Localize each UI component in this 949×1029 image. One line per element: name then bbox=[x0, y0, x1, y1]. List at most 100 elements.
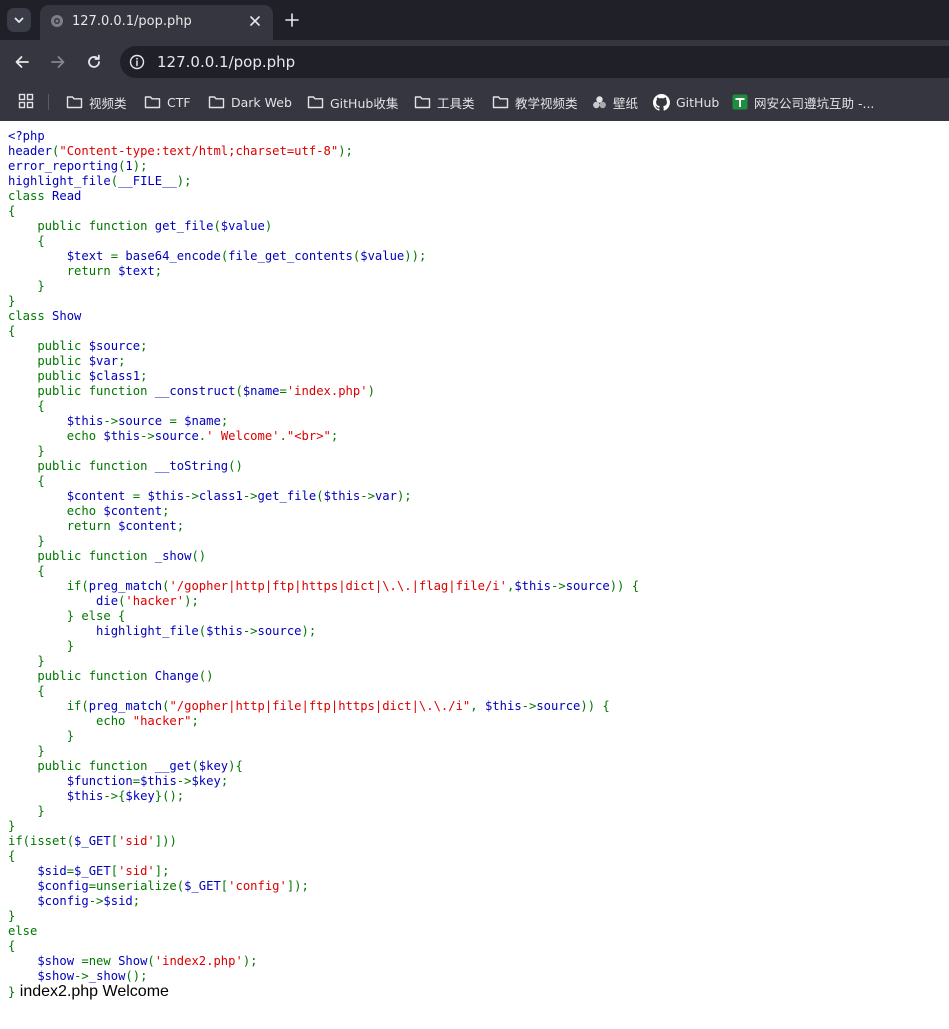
code-token: $this bbox=[8, 789, 104, 803]
code-line: echo $content; bbox=[8, 504, 639, 519]
code-line: { bbox=[8, 204, 639, 219]
code-token: $text bbox=[118, 264, 155, 278]
code-token: { bbox=[8, 939, 16, 953]
code-token: '/gopher|http|ftp|https|dict|\.\.|flag|f… bbox=[169, 579, 507, 593]
bookmark-label: 工具类 bbox=[437, 95, 475, 111]
code-token: )); bbox=[404, 249, 427, 263]
code-token: $content bbox=[118, 519, 177, 533]
code-line: } bbox=[8, 639, 639, 654]
code-token: ) bbox=[367, 384, 375, 398]
code-token: ){ bbox=[228, 759, 243, 773]
code-token: = bbox=[279, 384, 287, 398]
code-line: public $class1; bbox=[8, 369, 639, 384]
code-line: $config=unserialize($_GET['config']); bbox=[8, 879, 639, 894]
tab-search-button[interactable] bbox=[7, 8, 31, 32]
code-token: ); bbox=[242, 954, 258, 968]
code-line: } bbox=[8, 654, 639, 669]
reload-icon[interactable] bbox=[84, 52, 104, 72]
bookmark-folder-tutorial-videos[interactable]: 教学视频类 bbox=[492, 92, 578, 112]
bookmark-folder-github-collection[interactable]: GitHub收集 bbox=[307, 92, 398, 112]
code-token: __FILE__ bbox=[118, 174, 177, 188]
bookmark-label: 网安公司遵坑互助 -... bbox=[754, 95, 875, 111]
code-token: public function bbox=[8, 669, 155, 683]
bookmark-label: 视频类 bbox=[89, 95, 127, 111]
code-line: } bbox=[8, 279, 639, 294]
code-line: } bbox=[8, 729, 639, 744]
bookmark-wallpaper[interactable]: 壁纸 bbox=[592, 92, 638, 112]
bookmark-folder-tools[interactable]: 工具类 bbox=[414, 92, 475, 112]
code-token: () bbox=[228, 459, 243, 473]
bookmark-folder-dark-web[interactable]: Dark Web bbox=[208, 92, 292, 112]
code-token: $value bbox=[220, 219, 265, 233]
code-token: () bbox=[198, 669, 214, 683]
code-token: -> bbox=[360, 489, 375, 503]
code-token: file_get_contents bbox=[228, 249, 353, 263]
forward-arrow-icon[interactable] bbox=[48, 52, 68, 72]
code-line: $this->source = $name; bbox=[8, 414, 639, 429]
code-token: -> bbox=[242, 624, 258, 638]
apps-grid-icon[interactable] bbox=[18, 93, 34, 109]
code-line: die('hacker'); bbox=[8, 594, 639, 609]
code-token: -> bbox=[521, 699, 537, 713]
code-token: ->{ bbox=[103, 789, 126, 803]
code-line: public function _show() bbox=[8, 549, 639, 564]
code-token: public function bbox=[8, 384, 155, 398]
code-line: } index2.php Welcome bbox=[8, 984, 639, 1000]
code-token: $this bbox=[8, 414, 104, 428]
code-token: $config bbox=[8, 879, 89, 893]
code-line: $config->$sid; bbox=[8, 894, 639, 909]
code-token: $content bbox=[103, 504, 163, 518]
code-token: ); bbox=[132, 159, 148, 173]
code-line: else bbox=[8, 924, 639, 939]
code-token: $content bbox=[8, 489, 133, 503]
site-info-icon[interactable] bbox=[129, 54, 145, 70]
code-line: public function __toString() bbox=[8, 459, 639, 474]
code-token: source bbox=[154, 429, 199, 443]
address-bar[interactable]: 127.0.0.1/pop.php bbox=[120, 46, 949, 78]
code-token: -> bbox=[103, 414, 119, 428]
code-line: class Show bbox=[8, 309, 639, 324]
bookmark-folder-ctf[interactable]: CTF bbox=[144, 92, 191, 112]
code-token: ' Welcome' bbox=[206, 429, 280, 443]
code-token: source bbox=[536, 699, 581, 713]
code-token: } else { bbox=[8, 609, 126, 623]
bookmark-label: Dark Web bbox=[231, 94, 292, 110]
bookmark-label: 教学视频类 bbox=[515, 95, 578, 111]
code-token: { bbox=[8, 204, 16, 218]
code-line: <?php bbox=[8, 129, 639, 144]
code-line: highlight_file(__FILE__); bbox=[8, 174, 639, 189]
code-token: ) bbox=[264, 219, 273, 233]
code-token: $this bbox=[514, 579, 551, 593]
bookmarks-divider bbox=[48, 94, 49, 110]
code-token: ); bbox=[396, 489, 412, 503]
bookmark-github[interactable]: GitHub bbox=[653, 92, 719, 112]
back-arrow-icon[interactable] bbox=[12, 52, 32, 72]
code-token: } bbox=[8, 654, 45, 668]
code-token: } bbox=[8, 909, 16, 923]
code-line: $text = base64_encode(file_get_contents(… bbox=[8, 249, 639, 264]
code-token: } bbox=[8, 534, 45, 548]
code-line: public function __construct($name='index… bbox=[8, 384, 639, 399]
code-line: echo "hacker"; bbox=[8, 714, 639, 729]
code-line: { bbox=[8, 849, 639, 864]
code-token: public function bbox=[8, 549, 155, 563]
new-tab-plus-icon[interactable] bbox=[282, 10, 302, 30]
bookmark-spreadsheet[interactable]: 网安公司遵坑互助 -... bbox=[732, 92, 874, 112]
url-text[interactable]: 127.0.0.1/pop.php bbox=[157, 53, 295, 71]
code-token: } bbox=[8, 819, 16, 833]
close-icon[interactable] bbox=[247, 13, 263, 29]
code-token: $key bbox=[191, 774, 221, 788]
folder-icon bbox=[66, 96, 83, 109]
highlighted-php-source: <?php header("Content-type:text/html;char… bbox=[8, 129, 639, 1000]
active-tab[interactable]: 127.0.0.1/pop.php bbox=[40, 5, 273, 40]
code-token: else bbox=[8, 924, 38, 938]
code-token: -> bbox=[88, 894, 104, 908]
bookmarks-bar: 视频类 CTF Dark Web GitHub收集 工具类 教学视频类 壁纸 G… bbox=[0, 84, 949, 121]
code-token: highlight_file bbox=[8, 174, 111, 188]
code-line: } bbox=[8, 744, 639, 759]
code-token: class bbox=[8, 189, 53, 203]
code-token: } bbox=[8, 294, 16, 308]
code-line: } bbox=[8, 294, 639, 309]
code-token: , bbox=[470, 699, 485, 713]
bookmark-folder-videos[interactable]: 视频类 bbox=[66, 92, 127, 112]
